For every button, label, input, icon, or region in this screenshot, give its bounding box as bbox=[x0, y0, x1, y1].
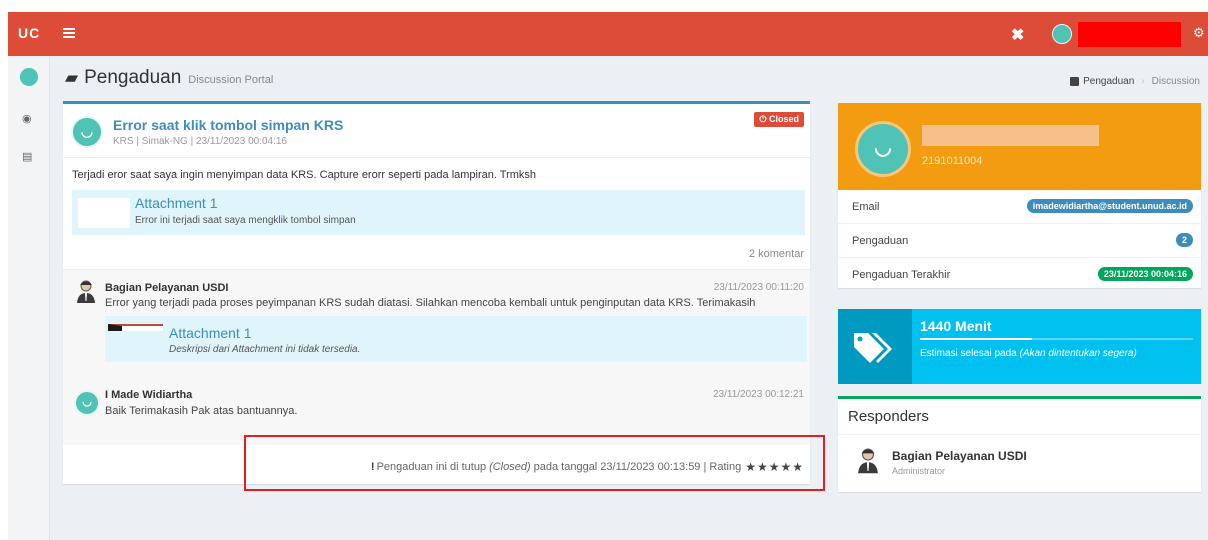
settings-gears-icon[interactable]: ⚙ bbox=[1193, 25, 1205, 41]
responder-person-icon bbox=[858, 448, 878, 474]
estimate-description-text: Estimasi selesai pada bbox=[920, 348, 1017, 359]
estimate-info-box: 1440 Menit Estimasi selesai pada (Akan d… bbox=[838, 309, 1201, 384]
student-id: 2191011004 bbox=[922, 155, 983, 167]
responder-name[interactable]: Bagian Pelayanan USDI bbox=[892, 449, 1027, 463]
divider bbox=[63, 157, 810, 158]
profile-row-pengaduan: Pengaduan 2 bbox=[838, 224, 1201, 258]
tags-icon-wrap bbox=[838, 309, 912, 384]
attachment-description: Error ini terjadi saat saya mengklik tom… bbox=[135, 215, 356, 226]
page-header: ▰ Pengaduan Discussion Portal bbox=[65, 67, 273, 89]
redacted-username[interactable] bbox=[1078, 22, 1181, 47]
attachment-thumbnail[interactable] bbox=[78, 198, 130, 228]
hamburger-menu-icon[interactable] bbox=[63, 28, 75, 38]
breadcrumb-item-discussion: Discussion bbox=[1151, 76, 1200, 87]
mail-icon[interactable]: ▤ bbox=[22, 150, 32, 163]
comment-author: I Made Widiartha bbox=[105, 389, 193, 401]
comment-text: Error yang terjadi pada proses peyimpana… bbox=[105, 297, 756, 309]
profile-header: ◡ 2191011004 bbox=[838, 103, 1201, 190]
estimate-description: Estimasi selesai pada (Akan dintentukan … bbox=[920, 348, 1137, 359]
comment-author: Bagian Pelayanan USDI bbox=[105, 282, 229, 294]
attachment-title[interactable]: Attachment 1 bbox=[169, 325, 252, 341]
brand-logo[interactable]: UC bbox=[18, 25, 40, 41]
attachment-thumbnail[interactable] bbox=[108, 324, 163, 331]
asker-avatar: ◡ bbox=[71, 116, 103, 148]
sidebar-avatar[interactable] bbox=[19, 67, 39, 87]
commenter-avatar: ◡ bbox=[74, 390, 100, 416]
highlight-frame bbox=[244, 435, 825, 491]
attachment-description: Deskripsi dari Attachment ini tidak ters… bbox=[169, 344, 361, 355]
responders-card: Responders Bagian Pelayanan USDI Adminis… bbox=[838, 396, 1201, 492]
estimate-value: 1440 Menit bbox=[920, 318, 992, 334]
breadcrumb-separator: › bbox=[1141, 76, 1145, 87]
comment-time: 23/11/2023 00:12:21 bbox=[712, 389, 804, 400]
profile-avatar: ◡ bbox=[855, 121, 911, 177]
responders-title: Responders bbox=[848, 408, 929, 425]
comment-attachment[interactable]: Attachment 1 Deskripsi dari Attachment i… bbox=[105, 316, 807, 362]
profile-row-last: Pengaduan Terakhir 23/11/2023 00:04:16 bbox=[838, 258, 1201, 292]
book-icon: ▰ bbox=[65, 68, 79, 87]
last-complaint-label: Pengaduan Terakhir bbox=[852, 269, 951, 281]
breadcrumb: Pengaduan › Discussion bbox=[1070, 76, 1200, 87]
status-badge-label: Closed bbox=[768, 114, 799, 124]
comment-count: 2 komentar bbox=[748, 248, 804, 260]
profile-row-email: Email imadewidiartha@student.unud.ac.id bbox=[838, 190, 1201, 224]
attachment-title[interactable]: Attachment 1 bbox=[135, 195, 218, 211]
tags-icon bbox=[854, 333, 892, 363]
comment-time: 23/11/2023 00:11:20 bbox=[713, 282, 804, 293]
page-subtitle: Discussion Portal bbox=[188, 74, 274, 86]
divider bbox=[838, 434, 1201, 435]
power-icon: ⏻ bbox=[759, 114, 769, 124]
question-body: Terjadi eror saat saya ingin menyimpan d… bbox=[72, 169, 537, 181]
question-attachment[interactable]: Attachment 1 Error ini terjadi saat saya… bbox=[72, 190, 805, 235]
breadcrumb-item-pengaduan[interactable]: Pengaduan bbox=[1083, 76, 1134, 87]
status-badge: ⏻ Closed bbox=[754, 112, 804, 127]
estimate-description-italic: (Akan dintentukan segera) bbox=[1019, 348, 1137, 359]
redacted-profile-name bbox=[922, 125, 1099, 146]
tools-icon[interactable]: ✖ bbox=[1011, 25, 1024, 45]
user-avatar[interactable] bbox=[1052, 24, 1072, 44]
page-title: Pengaduan bbox=[84, 67, 182, 88]
breadcrumb-home-icon bbox=[1070, 77, 1080, 86]
dashboard-icon[interactable]: ◉ bbox=[22, 112, 32, 125]
sidebar: ◉ ▤ bbox=[8, 56, 50, 540]
question-title[interactable]: Error saat klik tombol simpan KRS bbox=[113, 117, 343, 133]
staff-person-icon bbox=[77, 280, 95, 303]
pengaduan-count-badge: 2 bbox=[1175, 233, 1193, 247]
question-meta: KRS | Simak-NG | 23/11/2023 00:04:16 bbox=[113, 136, 287, 147]
profile-card: ◡ 2191011004 Email imadewidiartha@studen… bbox=[838, 103, 1201, 288]
top-navbar: UC ✖ ⚙ bbox=[8, 12, 1208, 56]
last-complaint-badge: 23/11/2023 00:04:16 bbox=[1097, 267, 1193, 281]
content-area: ▰ Pengaduan Discussion Portal Pengaduan … bbox=[50, 56, 1208, 540]
email-badge: imadewidiartha@student.unud.ac.id bbox=[1026, 199, 1193, 213]
email-label: Email bbox=[852, 201, 880, 213]
discussion-card: ◡ Error saat klik tombol simpan KRS KRS … bbox=[63, 101, 810, 484]
pengaduan-label: Pengaduan bbox=[852, 235, 909, 247]
comment-text: Baik Terimakasih Pak atas bantuannya. bbox=[105, 405, 298, 417]
responder-role: Administrator bbox=[892, 466, 946, 476]
progress-bar bbox=[920, 338, 1032, 340]
comments-section: Bagian Pelayanan USDI 23/11/2023 00:11:2… bbox=[63, 269, 810, 445]
